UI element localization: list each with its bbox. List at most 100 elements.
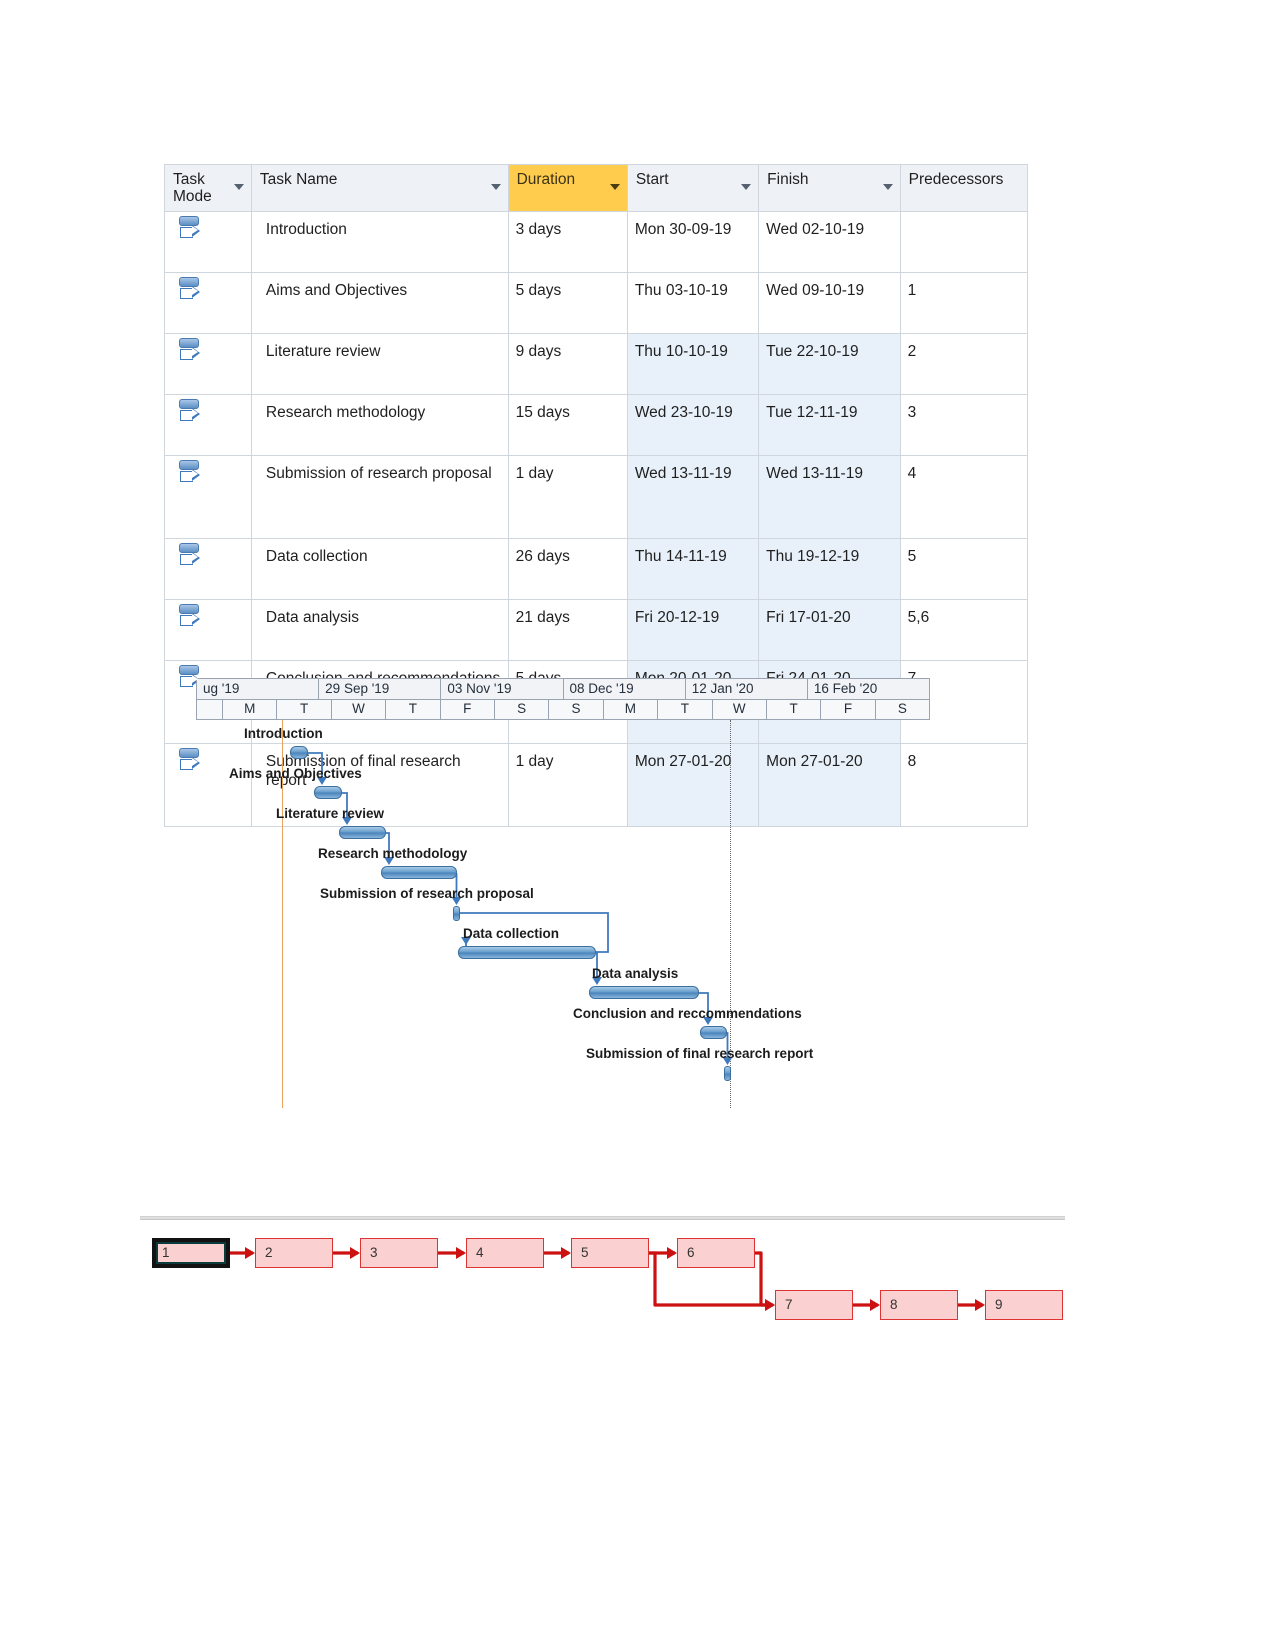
task-duration-cell[interactable]: 3 days <box>507 211 628 273</box>
manual-schedule-icon[interactable] <box>179 277 201 303</box>
gantt-bar-label: Research methodology <box>318 846 468 861</box>
network-edge-arrow <box>765 1299 775 1311</box>
chevron-down-icon[interactable] <box>490 184 501 190</box>
network-node[interactable]: 4 <box>466 1238 544 1268</box>
table-row[interactable]: Aims and Objectives 5 days Thu 03-10-19 Wed… <box>164 272 1029 334</box>
task-start-cell[interactable]: Wed 23-10-19 <box>626 394 760 456</box>
task-finish-cell[interactable]: Wed 09-10-19 <box>758 272 901 334</box>
task-duration-cell[interactable]: 9 days <box>507 333 628 395</box>
network-node[interactable]: 2 <box>255 1238 333 1268</box>
task-finish-cell[interactable]: Tue 12-11-19 <box>758 394 901 456</box>
task-mode-cell[interactable] <box>164 455 252 539</box>
task-predecessors-cell[interactable]: 2 <box>899 333 1029 395</box>
table-row[interactable]: Research methodology 15 days Wed 23-10-19 T… <box>164 394 1029 456</box>
task-start-cell[interactable]: Thu 14-11-19 <box>626 538 760 600</box>
task-finish-cell[interactable]: Fri 17-01-20 <box>758 599 901 661</box>
manual-schedule-icon[interactable] <box>179 460 201 486</box>
task-duration-cell[interactable]: 5 days <box>507 272 628 334</box>
gantt-task-bar[interactable] <box>700 1026 727 1039</box>
table-row[interactable]: Submission of research proposal 1 day Wed … <box>164 455 1029 539</box>
table-row[interactable]: Introduction 3 days Mon 30-09-19 Wed 02-10-… <box>164 211 1029 273</box>
gantt-task-bar[interactable] <box>458 946 596 959</box>
table-row[interactable]: Data collection 26 days Thu 14-11-19 Thu 19… <box>164 538 1029 600</box>
task-name-cell[interactable]: Research methodology <box>250 394 509 456</box>
chevron-down-icon[interactable] <box>882 184 893 190</box>
task-name-cell[interactable]: Aims and Objectives <box>250 272 509 334</box>
task-predecessors-cell[interactable]: 5 <box>899 538 1029 600</box>
table-row[interactable]: Data analysis 21 days Fri 20-12-19 Fri 17-0… <box>164 599 1029 661</box>
network-edge-arrow <box>870 1299 880 1311</box>
task-name-cell[interactable]: Data collection <box>250 538 509 600</box>
gantt-task-bar[interactable] <box>381 866 457 879</box>
gantt-task-bar[interactable] <box>314 786 342 799</box>
task-name-cell[interactable]: Data analysis <box>250 599 509 661</box>
gantt-task-bar[interactable] <box>453 906 460 921</box>
network-node[interactable]: 5 <box>571 1238 649 1268</box>
task-predecessors-cell[interactable]: 5,6 <box>899 599 1029 661</box>
task-name-text: Aims and Objectives <box>265 282 408 299</box>
task-predecessors-cell[interactable]: 3 <box>899 394 1029 456</box>
gantt-task-bar[interactable] <box>339 826 386 839</box>
column-header-task-mode[interactable]: Task Mode <box>164 164 252 212</box>
gantt-chart: ug '19 29 Sep '19 03 Nov '19 08 Dec '19 12 J… <box>196 678 930 1118</box>
task-mode-cell[interactable] <box>164 272 252 334</box>
table-row[interactable]: Literature review 9 days Thu 10-10-19 Tue 2… <box>164 333 1029 395</box>
column-header-finish-label: Finish <box>767 171 809 188</box>
manual-schedule-icon[interactable] <box>179 543 201 569</box>
task-name-cell[interactable]: Introduction <box>250 211 509 273</box>
task-finish-cell[interactable]: Wed 02-10-19 <box>758 211 901 273</box>
manual-schedule-icon[interactable] <box>179 604 201 630</box>
chevron-down-icon[interactable] <box>609 184 620 190</box>
task-duration-cell[interactable]: 1 day <box>507 455 628 539</box>
task-name-cell[interactable]: Submission of research proposal <box>250 455 509 539</box>
gantt-bar-label: Data collection <box>463 926 560 941</box>
network-node[interactable]: 3 <box>360 1238 438 1268</box>
task-predecessors-cell[interactable]: 4 <box>899 455 1029 539</box>
network-edge-arrow <box>667 1247 677 1259</box>
task-duration-cell[interactable]: 26 days <box>507 538 628 600</box>
gantt-task-bar[interactable] <box>724 1066 731 1081</box>
network-node[interactable]: 1 <box>152 1238 230 1268</box>
network-node[interactable]: 6 <box>677 1238 755 1268</box>
task-mode-cell[interactable] <box>164 333 252 395</box>
task-start-cell[interactable]: Fri 20-12-19 <box>626 599 760 661</box>
network-diagram: 1 2 3 4 5 6 7 8 9 <box>140 1228 1100 1333</box>
task-duration-cell[interactable]: 15 days <box>507 394 628 456</box>
task-predecessors-cell[interactable] <box>899 211 1029 273</box>
gantt-task-bar[interactable] <box>589 986 699 999</box>
task-mode-cell[interactable] <box>164 211 252 273</box>
network-edge-arrow <box>456 1247 466 1259</box>
task-start-cell[interactable]: Wed 13-11-19 <box>626 455 760 539</box>
task-duration-text: 9 days <box>515 343 562 360</box>
column-header-duration[interactable]: Duration <box>507 164 628 212</box>
column-header-finish[interactable]: Finish <box>758 164 901 212</box>
task-finish-cell[interactable]: Tue 22-10-19 <box>758 333 901 395</box>
gantt-day-cell: F <box>441 700 495 719</box>
task-name-cell[interactable]: Literature review <box>250 333 509 395</box>
chevron-down-icon[interactable] <box>233 184 244 190</box>
column-header-task-name[interactable]: Task Name <box>250 164 509 212</box>
task-start-cell[interactable]: Mon 30-09-19 <box>626 211 760 273</box>
network-node-label: 2 <box>265 1245 273 1260</box>
task-mode-cell[interactable] <box>164 394 252 456</box>
task-start-cell[interactable]: Thu 10-10-19 <box>626 333 760 395</box>
manual-schedule-icon[interactable] <box>179 399 201 425</box>
column-header-predecessors[interactable]: Predecessors <box>899 164 1029 212</box>
gantt-task-bar[interactable] <box>290 746 308 759</box>
task-finish-cell[interactable]: Thu 19-12-19 <box>758 538 901 600</box>
task-start-text: Thu 14-11-19 <box>634 548 727 565</box>
task-predecessors-cell[interactable]: 1 <box>899 272 1029 334</box>
column-header-start[interactable]: Start <box>626 164 760 212</box>
manual-schedule-icon[interactable] <box>179 338 201 364</box>
manual-schedule-icon[interactable] <box>179 216 201 242</box>
chevron-down-icon[interactable] <box>741 184 752 190</box>
task-start-cell[interactable]: Thu 03-10-19 <box>626 272 760 334</box>
network-node[interactable]: 8 <box>880 1290 958 1320</box>
task-duration-cell[interactable]: 21 days <box>507 599 628 661</box>
task-finish-cell[interactable]: Wed 13-11-19 <box>758 455 901 539</box>
column-header-task-name-label: Task Name <box>259 171 338 188</box>
task-mode-cell[interactable] <box>164 599 252 661</box>
network-node[interactable]: 9 <box>985 1290 1063 1320</box>
network-node[interactable]: 7 <box>775 1290 853 1320</box>
task-mode-cell[interactable] <box>164 538 252 600</box>
